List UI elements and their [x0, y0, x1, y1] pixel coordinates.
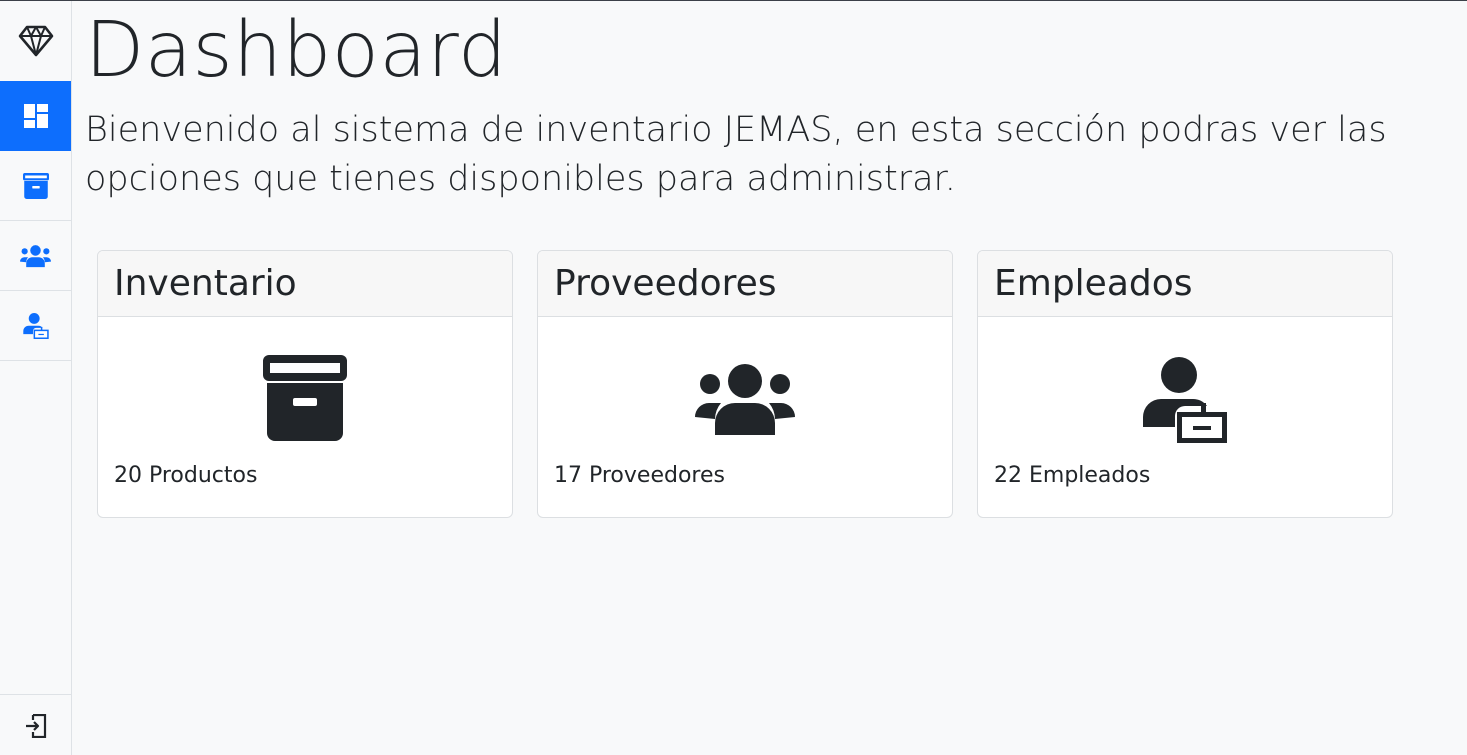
users-icon [695, 364, 795, 435]
archive-box-icon [22, 172, 49, 199]
card-title: Proveedores [554, 263, 777, 304]
card-icon-wrapper [978, 357, 1392, 443]
card-count: 17 Proveedores [554, 463, 725, 488]
card-header: Proveedores [538, 251, 952, 317]
card-title: Inventario [114, 263, 297, 304]
sidebar-item-inventario[interactable] [0, 151, 71, 221]
main-content: Dashboard Bienvenido al sistema de inven… [72, 1, 1467, 755]
sidebar-item-empleados[interactable] [0, 291, 71, 361]
card-icon-wrapper [538, 363, 952, 435]
employee-badge-icon [22, 312, 49, 339]
card-count: 22 Empleados [994, 463, 1151, 488]
card-title: Empleados [994, 263, 1193, 304]
card-icon-wrapper [98, 355, 512, 441]
gem-icon [18, 25, 53, 57]
brand-logo[interactable] [0, 1, 71, 81]
users-icon [20, 244, 51, 267]
card-header: Empleados [978, 251, 1392, 317]
page-title: Dashboard [85, 6, 508, 95]
archive-box-icon [263, 355, 347, 441]
sidebar-item-proveedores[interactable] [0, 221, 71, 291]
logout-button[interactable] [0, 694, 71, 755]
card-header: Inventario [98, 251, 512, 317]
sidebar [0, 1, 72, 755]
sign-out-icon [25, 713, 46, 738]
dashboard-icon [23, 103, 48, 128]
sidebar-item-dashboard[interactable] [0, 81, 71, 151]
card-inventario[interactable]: Inventario 20 Productos [97, 250, 513, 518]
page-lead: Bienvenido al sistema de inventario JEMA… [85, 110, 1387, 199]
card-count: 20 Productos [114, 463, 258, 488]
card-proveedores[interactable]: Proveedores 17 Proveedores [537, 250, 953, 518]
employee-badge-icon [1143, 357, 1227, 443]
card-empleados[interactable]: Empleados 22 Empleados [977, 250, 1393, 518]
